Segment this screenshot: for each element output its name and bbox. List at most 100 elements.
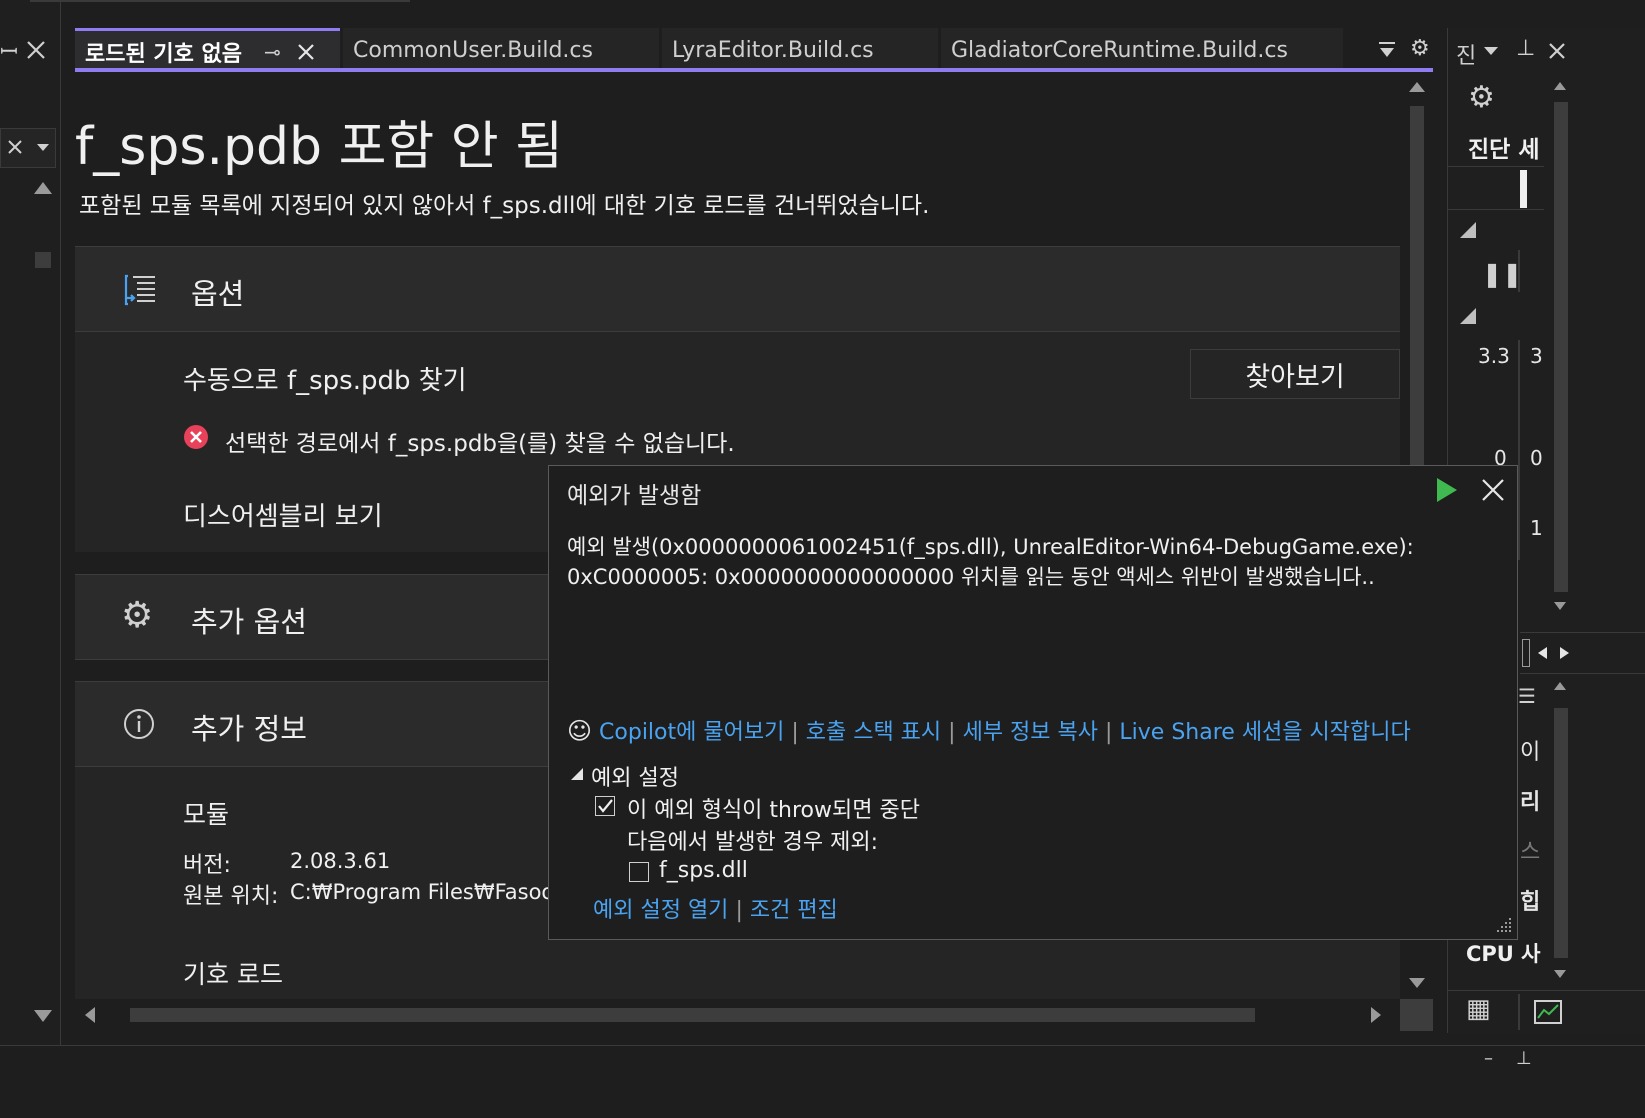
scroll-right-arrow-icon[interactable] [1371, 1007, 1381, 1023]
extra-info-title: 추가 정보 [191, 712, 307, 746]
panel-splitter[interactable] [1520, 632, 1645, 674]
resize-grip-icon[interactable] [1493, 914, 1513, 934]
page-title: f_sps.pdb 포함 안 됨 [75, 117, 563, 177]
except-when-label: 다음에서 발생한 경우 제외: [627, 830, 879, 855]
bottom-tool-window-bar: – ⊥ [0, 1045, 1645, 1118]
left-panel-dropdown[interactable] [0, 128, 56, 168]
document-horizontal-scrollbar[interactable] [75, 999, 1433, 1031]
copilot-icon[interactable]: ☺ [567, 717, 592, 745]
edit-conditions-link[interactable]: 조건 편집 [750, 898, 838, 923]
show-call-stack-link[interactable]: 호출 스택 표시 [806, 720, 941, 745]
error-icon [184, 425, 208, 449]
panel-bottom-divider [1448, 990, 1645, 991]
divider [1518, 250, 1520, 292]
find-manual-label: 수동으로 f_sps.pdb 찾기 [183, 366, 467, 396]
extra-options-title: 추가 옵션 [191, 605, 307, 639]
open-exception-settings-link[interactable]: 예외 설정 열기 [593, 898, 728, 923]
scroll-down-arrow-icon[interactable] [1554, 970, 1566, 978]
scroll-up-arrow-icon[interactable] [1554, 82, 1566, 90]
text-fragment: 스 [1520, 840, 1541, 865]
separator: | [735, 898, 750, 923]
scroll-left-arrow-icon[interactable] [1538, 647, 1547, 659]
pin-icon[interactable]: ⊥ [1516, 1048, 1532, 1069]
expand-triangle-icon[interactable] [571, 768, 583, 780]
tab-list-dropdown-icon[interactable] [1379, 42, 1395, 58]
scroll-up-arrow-icon[interactable] [1409, 82, 1425, 92]
left-tool-panel: ꟷ [0, 0, 410, 1085]
pause-icon[interactable]: ❚❚ [1482, 260, 1522, 288]
collapse-triangle-icon[interactable] [1460, 308, 1476, 324]
right-vertical-scrollbar[interactable] [1550, 78, 1570, 618]
gear-icon[interactable]: ⚙ [1410, 36, 1430, 61]
origin-value: C:₩Program Files₩Fasoo [290, 880, 555, 904]
scroll-right-arrow-icon[interactable] [1560, 647, 1569, 659]
close-icon[interactable] [26, 40, 46, 60]
clear-icon[interactable] [7, 139, 23, 155]
left-scroll-thumb[interactable] [35, 252, 51, 268]
options-header[interactable]: 옵션 [75, 246, 1400, 332]
module-exclude-checkbox[interactable] [629, 862, 649, 882]
vertical-scroll-thumb[interactable] [1554, 708, 1568, 958]
vertical-scroll-thumb[interactable] [1554, 102, 1568, 592]
right-lower-scrollbar[interactable] [1550, 678, 1570, 988]
chevron-down-icon[interactable] [1484, 47, 1498, 55]
graph-value: 3 [1530, 344, 1543, 368]
splitter-handle[interactable] [1522, 639, 1530, 667]
collapse-triangle-icon[interactable] [1460, 222, 1476, 238]
scroll-corner [1400, 999, 1433, 1031]
cpu-usage-label: CPU 사 [1466, 942, 1541, 966]
text-fragment: 이 [1520, 740, 1541, 765]
graph-value: 1 [1530, 516, 1543, 540]
continue-run-icon[interactable] [1437, 478, 1457, 502]
scroll-down-arrow-icon[interactable] [1409, 978, 1425, 988]
pin-icon[interactable]: ꟷ [0, 36, 18, 66]
vertical-scroll-thumb[interactable] [1410, 106, 1424, 506]
symbol-load-label: 기호 로드 [183, 960, 283, 989]
live-share-link[interactable]: Live Share 세션을 시작합니다 [1119, 720, 1410, 745]
scroll-down-arrow-icon[interactable] [1554, 602, 1566, 610]
diag-title: 진단 세 [1468, 137, 1540, 163]
pin-icon[interactable]: ⊥ [1516, 36, 1535, 61]
close-tab-icon[interactable] [297, 43, 315, 61]
break-on-throw-checkbox[interactable] [595, 796, 615, 816]
exception-message: 예외 발생(0x0000000061002451(f_sps.dll), Unr… [567, 532, 1414, 592]
tab-label: CommonUser.Build.cs [353, 37, 593, 63]
exception-settings-header[interactable]: 예외 설정 [591, 760, 679, 792]
pin-icon[interactable]: ⊸ [264, 40, 281, 64]
graph-value: 0 [1530, 446, 1543, 470]
minimize-icon[interactable]: – [1484, 1048, 1493, 1069]
ask-copilot-link[interactable]: Copilot에 물어보기 [599, 720, 784, 745]
view-disassembly-link[interactable]: 디스어셈블리 보기 [183, 496, 383, 533]
chevron-down-icon[interactable] [37, 144, 49, 152]
close-popup-icon[interactable] [1482, 479, 1504, 501]
browse-button[interactable]: 찾아보기 [1190, 349, 1400, 399]
scroll-up-arrow-icon[interactable] [1554, 682, 1566, 690]
timeline-marker [1520, 170, 1527, 208]
horizontal-scroll-thumb[interactable] [130, 1008, 1255, 1022]
chart-view-icon[interactable] [1534, 1000, 1562, 1024]
break-on-throw-label[interactable]: 이 예외 형식이 throw되면 중단 [627, 792, 920, 824]
tab-gladiatorcoreruntime-build[interactable]: GladiatorCoreRuntime.Build.cs [941, 28, 1343, 72]
list-icon[interactable]: ☰ [1518, 684, 1536, 708]
tab-lyraeditor-build[interactable]: LyraEditor.Build.cs [662, 28, 938, 72]
module-exclude-label[interactable]: f_sps.dll [659, 858, 748, 883]
table-view-icon[interactable]: ▦ [1466, 994, 1491, 1024]
diag-tab-label[interactable]: 진 [1456, 38, 1476, 70]
scroll-down-arrow-icon[interactable] [34, 1010, 52, 1022]
scroll-left-arrow-icon[interactable] [85, 1007, 95, 1023]
close-icon[interactable] [1548, 42, 1566, 60]
options-list-icon [124, 274, 155, 306]
info-icon [124, 709, 154, 739]
popup-title: 예외가 발생함 [567, 483, 702, 509]
error-message: 선택한 경로에서 f_sps.pdb을(를) 찾을 수 없습니다. [225, 431, 735, 457]
version-value: 2.08.3.61 [290, 849, 391, 873]
exception-message-line: 0xC0000005: 0x0000000000000000 위치를 읽는 동안… [567, 565, 1375, 589]
active-tab-accent [75, 68, 1433, 72]
scroll-up-arrow-icon[interactable] [34, 182, 52, 194]
settings-gear-icon[interactable]: ⚙ [1468, 80, 1495, 115]
tab-symbols-not-loaded[interactable]: 로드된 기호 없음 ⊸ [75, 28, 340, 72]
text-fragment: 리 [1520, 790, 1541, 815]
text-fragment: 힙 [1520, 890, 1541, 915]
copy-details-link[interactable]: 세부 정보 복사 [963, 720, 1098, 745]
tab-commonuser-build[interactable]: CommonUser.Build.cs [343, 28, 659, 72]
